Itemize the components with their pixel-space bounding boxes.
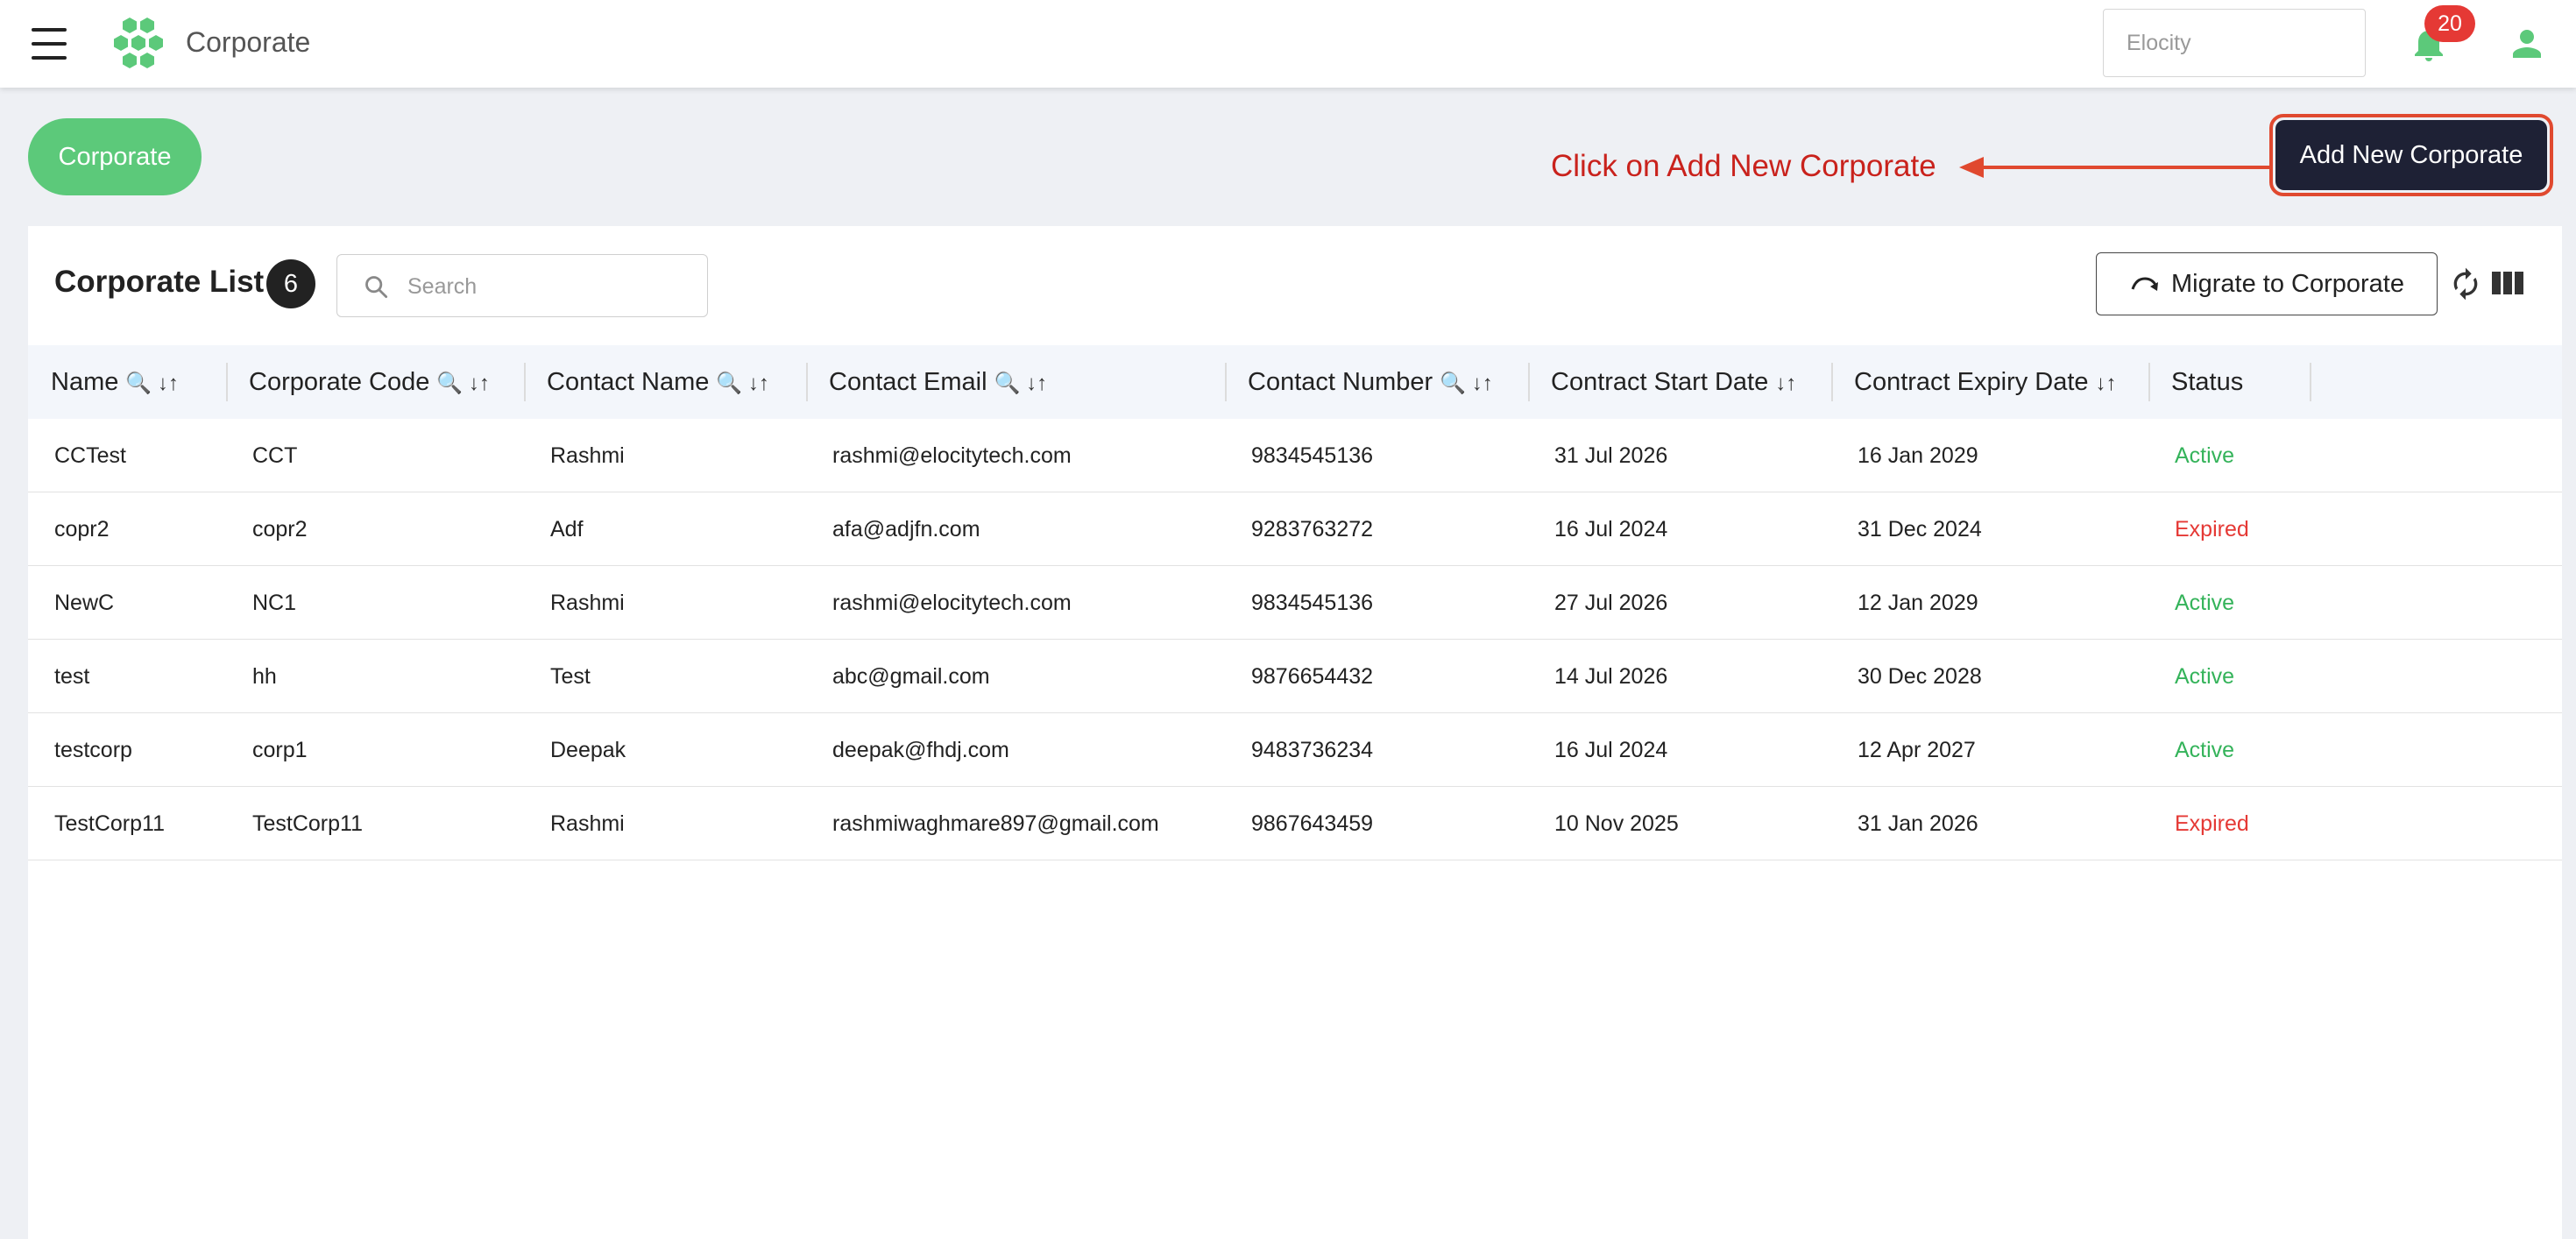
list-title: Corporate List [54,265,265,299]
column-divider [1225,363,1227,401]
cell-contract-expiry-date: 12 Jan 2029 [1858,591,1978,615]
cell-contact-email: deepak@fhdj.com [832,738,1009,762]
cell-status: Active [2175,664,2235,689]
migrate-to-corporate-button[interactable]: Migrate to Corporate [2096,252,2438,315]
cell-contact-number: 9867643459 [1251,811,1374,836]
cell-contact-name: Test [550,664,591,689]
cell-corporate-code: TestCorp11 [252,811,363,836]
corporate-list-card: Corporate List 6 Migrate to Corporate Na… [28,226,2562,1239]
table-row[interactable]: CCTest CCT Rashmi rashmi@elocitytech.com 983… [28,419,2562,492]
corporate-table: Name 🔍 ↓↑ Corporate Code 🔍 ↓↑ Contact Name… [28,345,2562,860]
cell-corporate-code: NC1 [252,591,297,615]
search-box [336,254,708,317]
search-icon [365,276,388,299]
cell-corporate-code: copr2 [252,517,308,542]
cell-contact-email: abc@gmail.com [832,664,990,689]
cell-contract-start-date: 10 Nov 2025 [1554,811,1679,836]
table-row[interactable]: test hh Test abc@gmail.com 9876654432 14 Jul … [28,640,2562,713]
column-settings-icon[interactable] [2492,270,2523,296]
instruction-annotation: Click on Add New Corporate [1551,149,1936,183]
cell-contact-name: Deepak [550,738,626,762]
top-bar: Corporate 20 [0,0,2576,88]
search-input[interactable] [407,264,688,309]
cell-name: testcorp [54,738,132,762]
list-count-badge: 6 [266,259,315,308]
table-body: CCTest CCT Rashmi rashmi@elocitytech.com 983… [28,419,2562,860]
cell-contract-start-date: 31 Jul 2026 [1554,443,1668,468]
hexagon-logo-icon [114,18,163,68]
cell-contract-start-date: 16 Jul 2024 [1554,517,1668,542]
cell-name: test [54,664,90,689]
corporate-tab-button[interactable]: Corporate [28,118,202,195]
cell-status: Expired [2175,517,2249,542]
table-row[interactable]: testcorp corp1 Deepak deepak@fhdj.com 948373… [28,713,2562,787]
cell-contact-email: rashmiwaghmare897@gmail.com [832,811,1159,836]
column-divider [806,363,808,401]
annotation-arrow-icon [1959,157,2271,178]
column-header-status[interactable]: Status [2171,345,2243,419]
column-header-name[interactable]: Name 🔍 ↓↑ [51,345,179,419]
cell-name: copr2 [54,517,110,542]
cell-corporate-code: hh [252,664,277,689]
column-divider [226,363,228,401]
column-divider [2310,363,2311,401]
cell-contact-number: 9876654432 [1251,664,1374,689]
cell-contract-start-date: 14 Jul 2026 [1554,664,1668,689]
column-divider [1528,363,1530,401]
cell-contract-expiry-date: 31 Jan 2026 [1858,811,1978,836]
cell-contact-number: 9834545136 [1251,443,1374,468]
cell-contact-email: afa@adjfn.com [832,517,980,542]
cell-contact-name: Adf [550,517,584,542]
column-header-contact-number[interactable]: Contact Number 🔍 ↓↑ [1248,345,1493,419]
cell-contract-expiry-date: 12 Apr 2027 [1858,738,1976,762]
column-header-contract-expiry-date[interactable]: Contract Expiry Date ↓↑ [1854,345,2117,419]
notification-count-badge: 20 [2424,5,2475,42]
table-header: Name 🔍 ↓↑ Corporate Code 🔍 ↓↑ Contact Name… [28,345,2562,419]
cell-contract-expiry-date: 16 Jan 2029 [1858,443,1978,468]
cell-contact-email: rashmi@elocitytech.com [832,591,1072,615]
cell-name: CCTest [54,443,126,468]
cell-contact-number: 9283763272 [1251,517,1374,542]
column-divider [524,363,526,401]
table-row[interactable]: TestCorp11 TestCorp11 Rashmi rashmiwaghmare… [28,787,2562,860]
cell-contract-expiry-date: 30 Dec 2028 [1858,664,1982,689]
cell-status: Expired [2175,811,2249,836]
cell-corporate-code: corp1 [252,738,308,762]
cell-contact-email: rashmi@elocitytech.com [832,443,1072,468]
cell-contract-expiry-date: 31 Dec 2024 [1858,517,1982,542]
table-row[interactable]: copr2 copr2 Adf afa@adjfn.com 9283763272 16 J… [28,492,2562,566]
cell-name: NewC [54,591,115,615]
column-header-contact-name[interactable]: Contact Name 🔍 ↓↑ [547,345,769,419]
cell-status: Active [2175,591,2235,615]
cell-contact-name: Rashmi [550,591,625,615]
refresh-icon[interactable] [2448,266,2483,301]
cell-status: Active [2175,738,2235,762]
add-new-corporate-button[interactable]: Add New Corporate [2275,120,2547,190]
column-header-corporate-code[interactable]: Corporate Code 🔍 ↓↑ [249,345,490,419]
cell-contact-name: Rashmi [550,443,625,468]
migrate-button-label: Migrate to Corporate [2171,269,2404,298]
column-header-contract-start-date[interactable]: Contract Start Date ↓↑ [1551,345,1796,419]
app-title: Corporate [186,26,311,58]
column-divider [1831,363,1833,401]
cell-name: TestCorp11 [54,811,165,836]
organization-input[interactable] [2103,9,2366,77]
cell-corporate-code: CCT [252,443,298,468]
table-row[interactable]: NewC NC1 Rashmi rashmi@elocitytech.com 98345… [28,566,2562,640]
cell-contact-name: Rashmi [550,811,625,836]
column-header-contact-email[interactable]: Contact Email 🔍 ↓↑ [829,345,1047,419]
cell-contact-number: 9834545136 [1251,591,1374,615]
cell-contract-start-date: 27 Jul 2026 [1554,591,1668,615]
column-divider [2148,363,2150,401]
cell-contract-start-date: 16 Jul 2024 [1554,738,1668,762]
user-profile-icon[interactable] [2506,23,2548,65]
cell-status: Active [2175,443,2235,468]
cell-contact-number: 9483736234 [1251,738,1374,762]
redo-arrow-icon [2131,277,2159,291]
menu-icon[interactable] [32,28,67,60]
